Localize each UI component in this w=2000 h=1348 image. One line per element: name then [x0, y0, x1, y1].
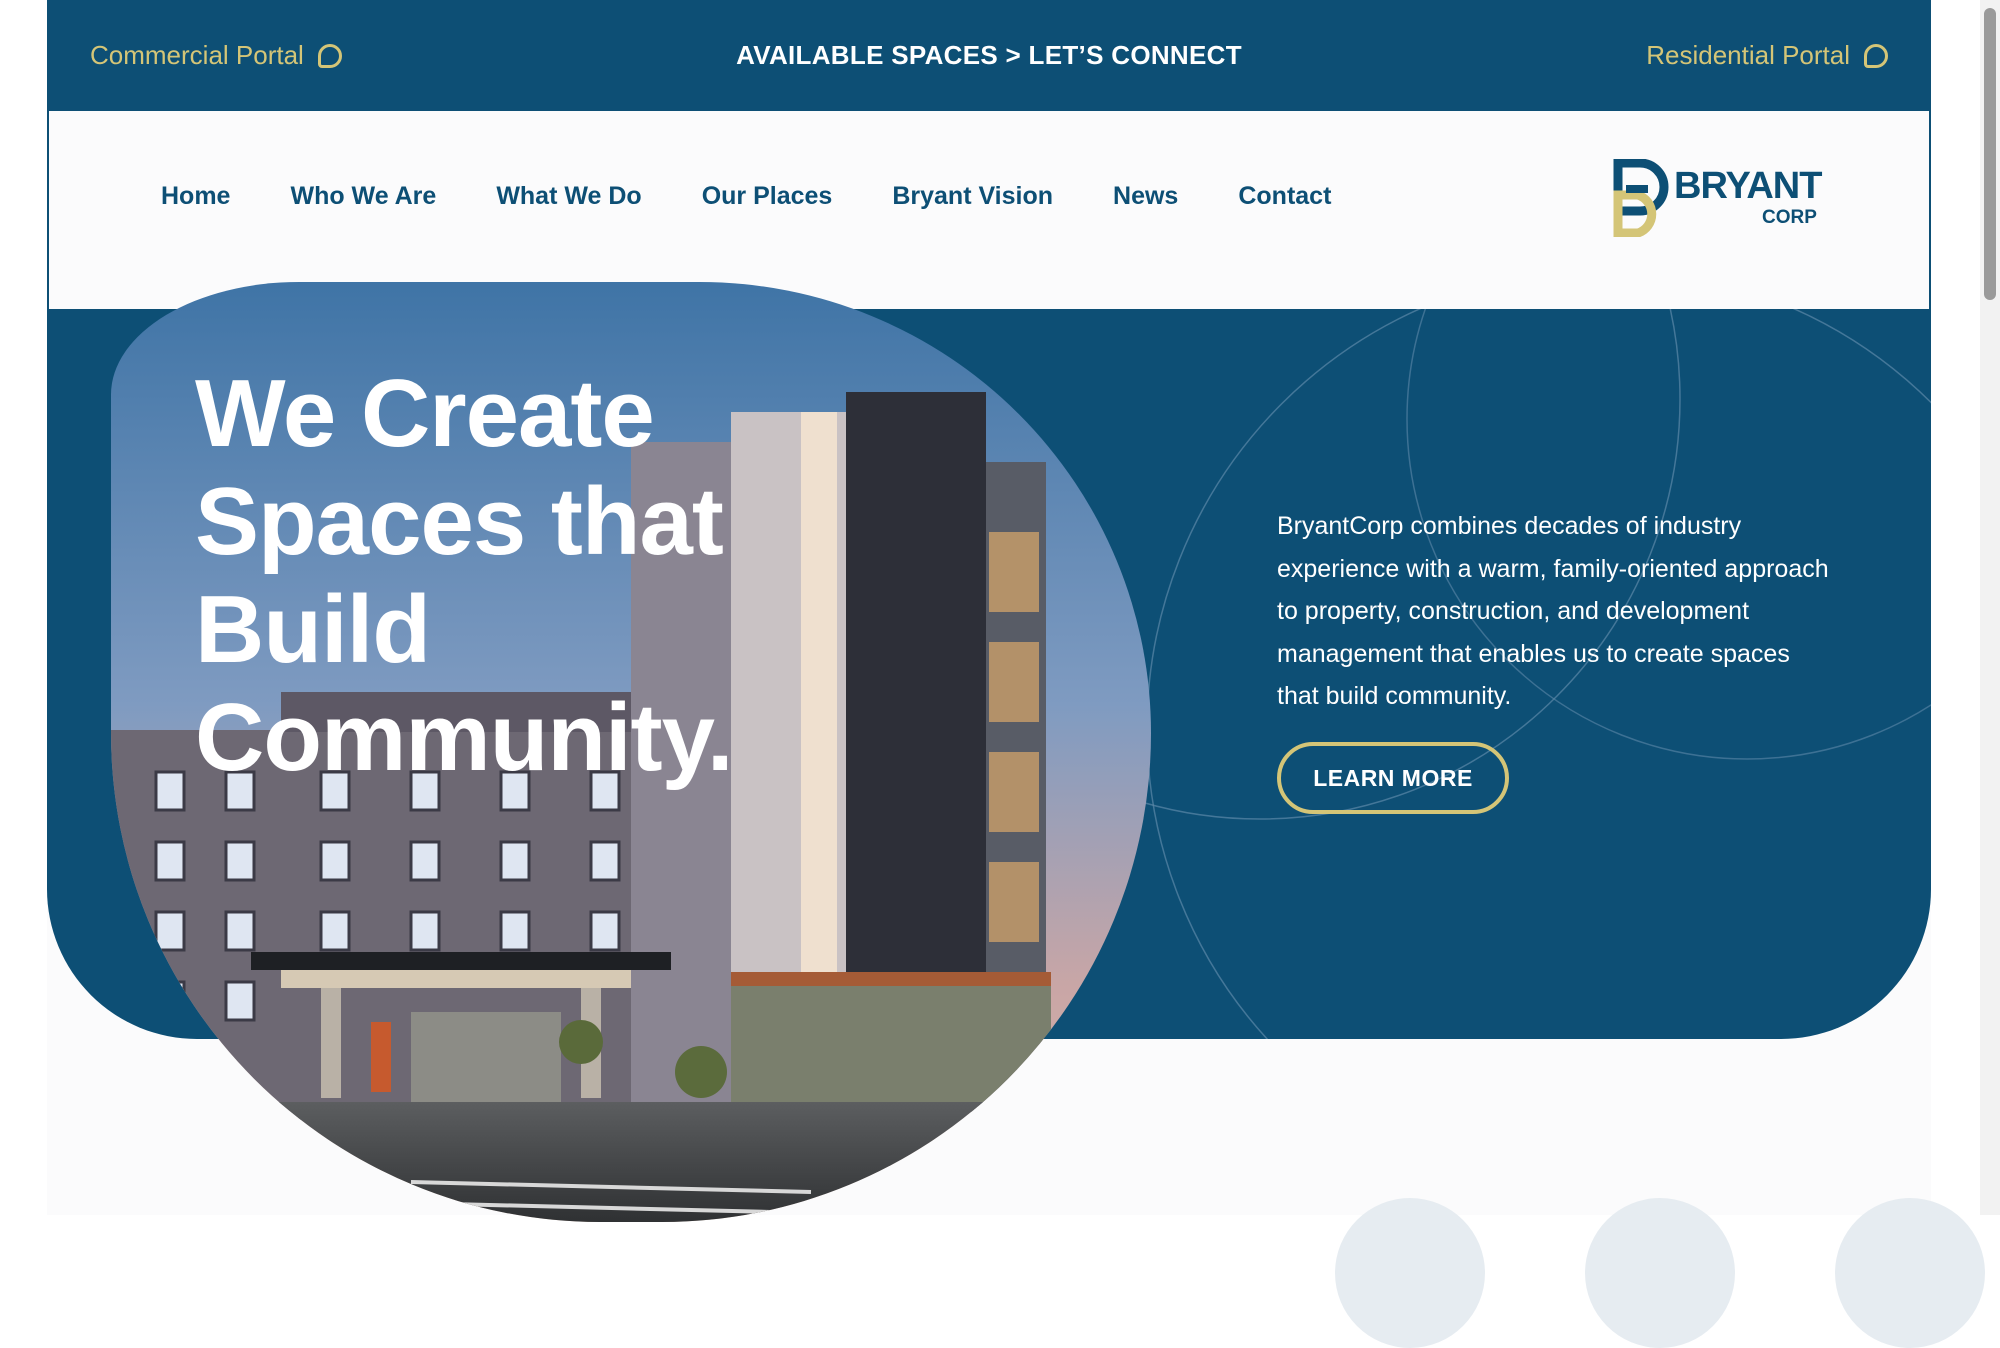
headline-line: We Create [195, 360, 655, 467]
nav-what-we-do[interactable]: What We Do [496, 182, 641, 211]
nav-news[interactable]: News [1113, 182, 1178, 211]
scrollbar-thumb[interactable] [1984, 8, 1996, 300]
learn-more-button[interactable]: LEARN MORE [1277, 742, 1509, 814]
primary-nav: Home Who We Are What We Do Our Places Br… [161, 111, 1331, 281]
page-frame: Commercial Portal AVAILABLE SPACES > LET… [47, 0, 1985, 1348]
nav-bryant-vision[interactable]: Bryant Vision [892, 182, 1053, 211]
main-navbar: Home Who We Are What We Do Our Places Br… [47, 111, 1931, 309]
nav-home[interactable]: Home [161, 182, 230, 211]
residential-portal-link[interactable]: Residential Portal [1646, 0, 1888, 111]
headline-line: Spaces that [195, 468, 724, 575]
hero-headline: We Create Spaces that Build Community. [195, 360, 895, 792]
chat-bubble-icon [1864, 43, 1888, 68]
bryantcorp-logo[interactable]: BRYANT CORP [1612, 158, 1832, 238]
page-scrollbar[interactable] [1980, 0, 2000, 1215]
available-spaces-label: AVAILABLE SPACES > LET’S CONNECT [736, 40, 1242, 70]
logo-wordmark: BRYANT [1674, 165, 1822, 207]
utility-bar: Commercial Portal AVAILABLE SPACES > LET… [47, 0, 1931, 111]
nav-contact[interactable]: Contact [1238, 182, 1331, 211]
nav-who-we-are[interactable]: Who We Are [290, 182, 436, 211]
residential-portal-label: Residential Portal [1646, 40, 1850, 70]
decorative-bubble [1335, 1198, 1485, 1348]
nav-our-places[interactable]: Our Places [702, 182, 833, 211]
logo-subtext: CORP [1762, 207, 1817, 228]
decorative-bubble [1585, 1198, 1735, 1348]
hero-intro-text: BryantCorp combines decades of industry … [1277, 512, 1829, 710]
headline-line: Build [195, 576, 431, 683]
headline-line: Community. [195, 684, 734, 791]
logo-mark-icon [1613, 158, 1669, 238]
decorative-bubble [1835, 1198, 1985, 1348]
